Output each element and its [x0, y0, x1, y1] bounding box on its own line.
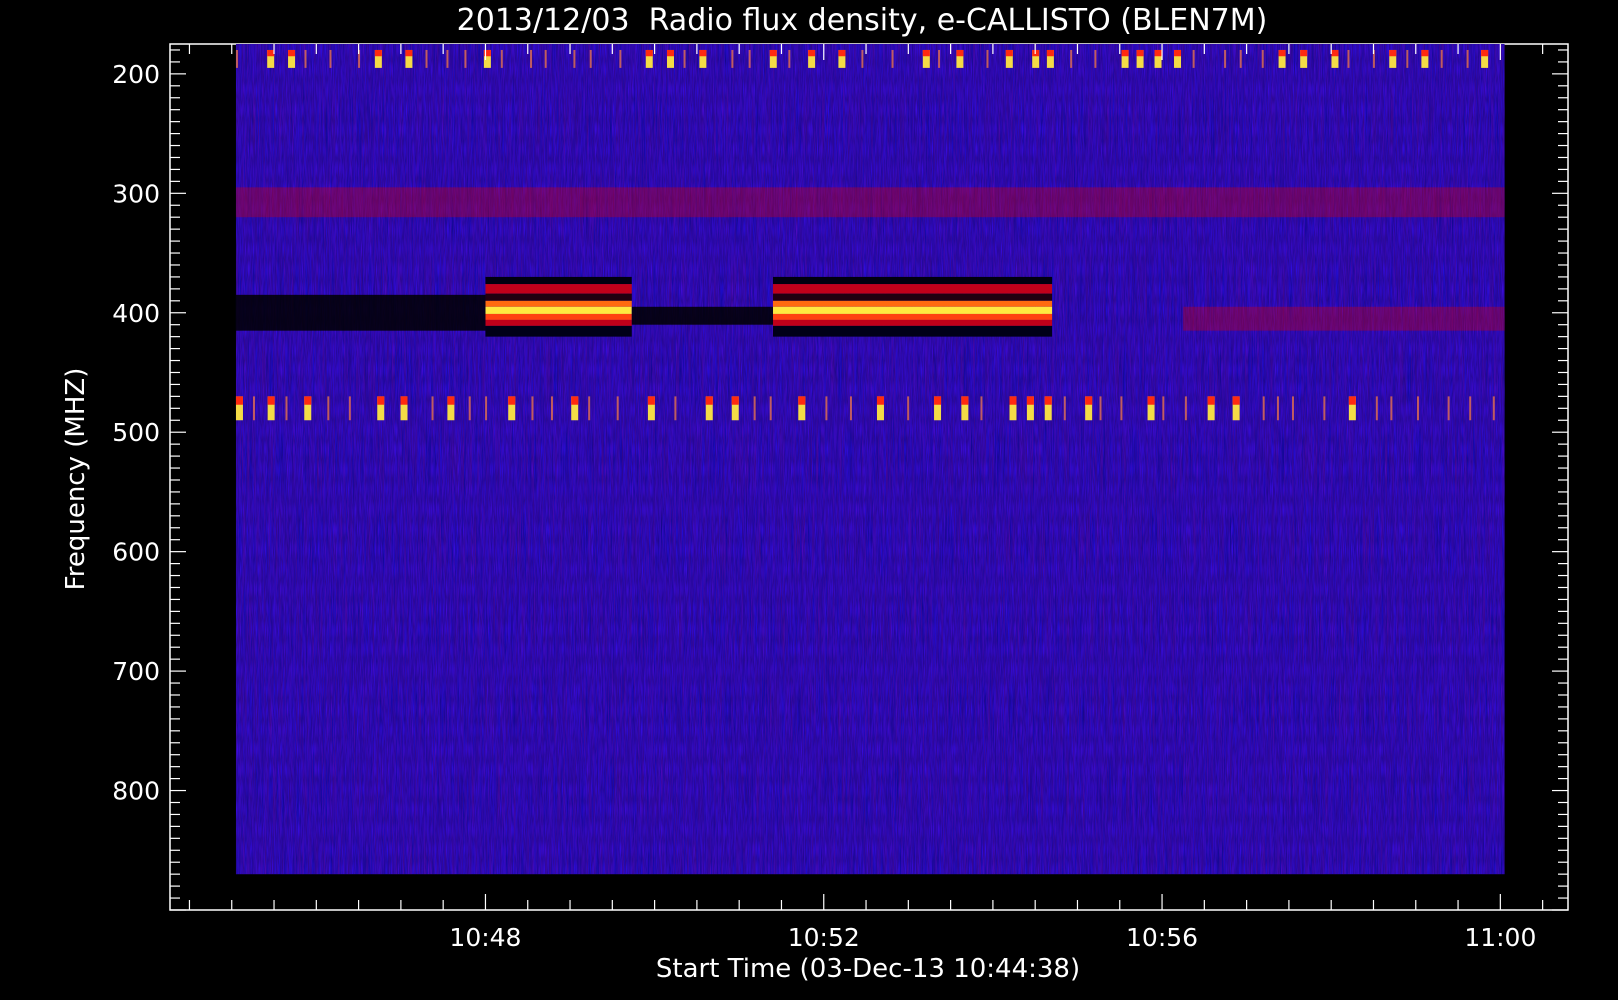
x-tick-label: 10:48: [449, 923, 521, 952]
saturated-band-0: [485, 276, 632, 337]
x-tick-label: 11:00: [1464, 923, 1536, 952]
x-tick-label: 10:56: [1126, 923, 1198, 952]
y-tick-label: 800: [112, 777, 160, 806]
y-tick-label: 700: [112, 657, 160, 686]
y-tick-label: 500: [112, 418, 160, 447]
y-tick-label: 200: [112, 60, 160, 89]
spectrogram-texture: [235, 44, 1505, 875]
chart-title: 2013/12/03 Radio flux density, e-CALLIST…: [457, 3, 1268, 38]
spectrogram-image: [235, 44, 1505, 875]
x-tick-label: 10:52: [788, 923, 860, 952]
spectrogram-chart: 2013/12/03 Radio flux density, e-CALLIST…: [61, 3, 1569, 984]
faint-emission-7: [235, 187, 1505, 218]
y-tick-label: 300: [112, 179, 160, 208]
saturated-band-1: [773, 276, 1053, 337]
dark-band-3: [631, 306, 774, 325]
y-tick-label: 600: [112, 538, 160, 567]
y-axis-label: Frequency (MHZ): [61, 368, 91, 591]
plot-area: [169, 43, 1569, 911]
faint-emission-4: [1183, 306, 1505, 331]
y-tick-label: 400: [112, 299, 160, 328]
x-axis-label: Start Time (03-Dec-13 10:44:38): [656, 954, 1080, 984]
dark-band-2: [235, 294, 486, 331]
